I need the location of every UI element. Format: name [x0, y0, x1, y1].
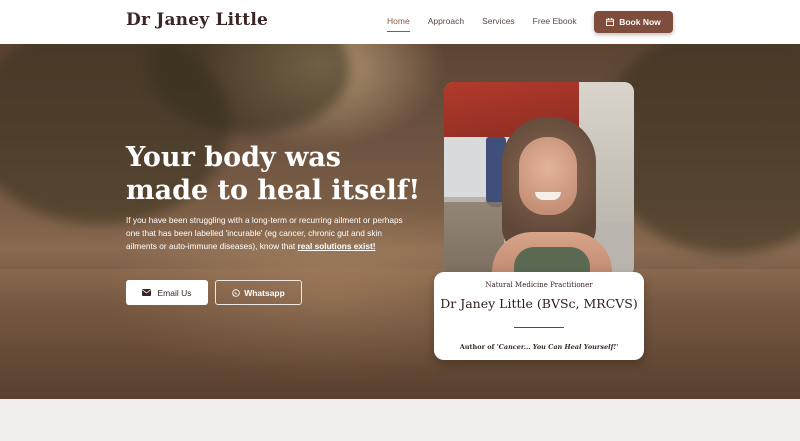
hero-title-line2: made to heal itself!	[126, 175, 421, 206]
nav-services[interactable]: Services	[482, 16, 515, 26]
email-us-button[interactable]: Email Us	[126, 280, 208, 305]
book-now-label: Book Now	[619, 17, 661, 27]
nav-approach[interactable]: Approach	[428, 16, 464, 26]
site-logo[interactable]: Dr Janey Little	[126, 10, 268, 30]
whatsapp-icon	[232, 288, 240, 297]
email-us-label: Email Us	[157, 287, 192, 298]
nav-home[interactable]: Home	[387, 16, 410, 32]
real-solutions-link[interactable]: real solutions exist!	[298, 241, 376, 251]
practitioner-card: Natural Medicine Practitioner Dr Janey L…	[434, 272, 644, 360]
river-water	[0, 269, 800, 399]
envelope-icon	[142, 289, 152, 296]
main-nav: Home Approach Services Free Ebook	[387, 16, 595, 32]
hero-title: Your body was made to heal itself!	[126, 141, 426, 207]
whatsapp-label: Whatsapp	[244, 287, 285, 298]
hero-section: Your body was made to heal itself! If yo…	[0, 44, 800, 399]
author-prefix: Author of	[459, 343, 497, 351]
card-divider	[514, 327, 564, 328]
card-subtitle: Natural Medicine Practitioner	[485, 281, 593, 289]
book-title: 'Cancer... You Can Heal Yourself!'	[496, 343, 619, 351]
book-now-button[interactable]: Book Now	[594, 11, 673, 33]
whatsapp-button[interactable]: Whatsapp	[215, 280, 302, 305]
face	[519, 137, 577, 215]
calendar-icon	[606, 18, 615, 26]
hero-title-line1: Your body was	[126, 142, 341, 173]
card-name: Dr Janey Little (BVSc, MRCVS)	[440, 296, 638, 311]
nav-free-ebook[interactable]: Free Ebook	[533, 16, 577, 26]
site-header: Dr Janey Little Home Approach Services F…	[0, 0, 800, 44]
smile	[535, 192, 561, 200]
card-author: Author of 'Cancer... You Can Heal Yourse…	[434, 343, 644, 351]
practitioner-photo	[444, 82, 634, 277]
hero-description: If you have been struggling with a long-…	[126, 214, 406, 253]
